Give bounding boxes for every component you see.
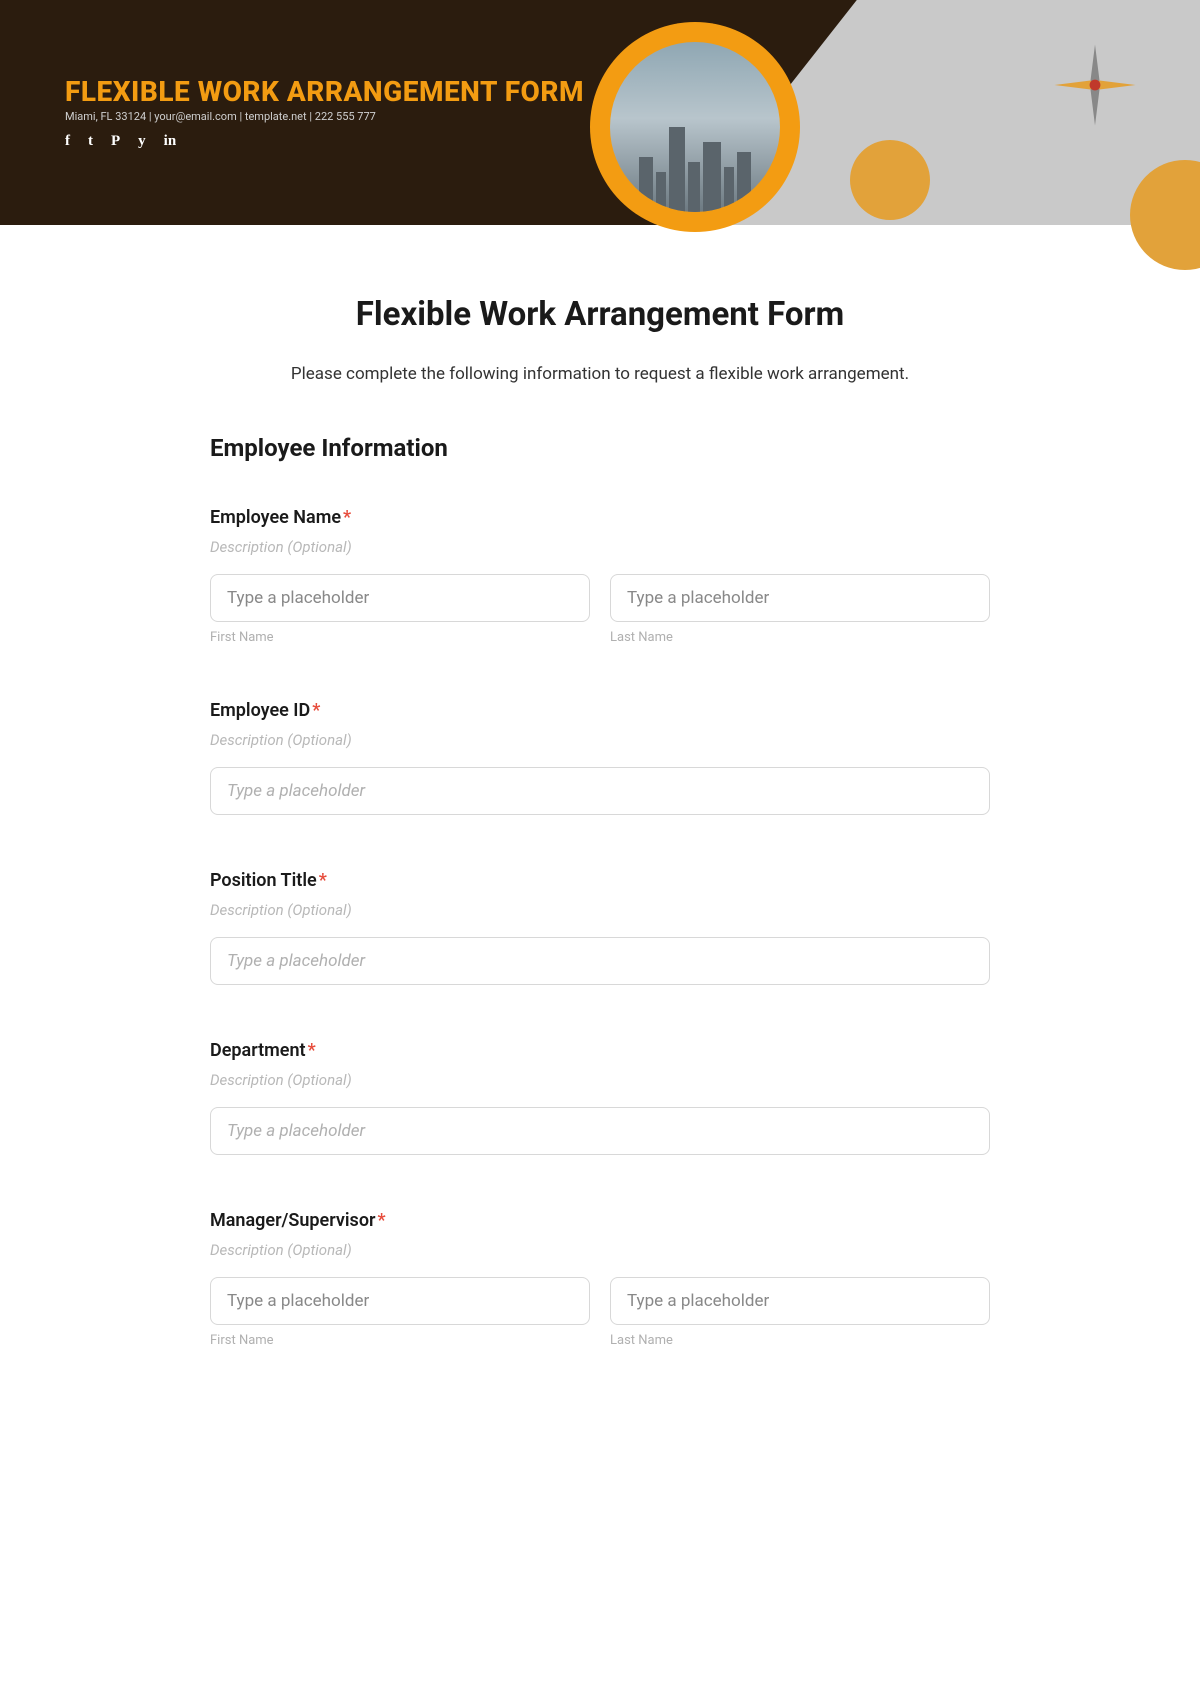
- field-label: Department*: [210, 1040, 990, 1061]
- field-department: Department* Description (Optional): [210, 1040, 990, 1155]
- banner-title-block: FLEXIBLE WORK ARRANGEMENT FORM Miami, FL…: [65, 75, 584, 150]
- label-text: Manager/Supervisor: [210, 1210, 375, 1231]
- twitter-icon[interactable]: y: [138, 133, 146, 150]
- required-marker: *: [312, 700, 320, 721]
- sub-label-first-name: First Name: [210, 630, 590, 645]
- field-description: Description (Optional): [210, 1071, 990, 1089]
- employee-id-input[interactable]: [210, 767, 990, 815]
- decor-circle: [850, 140, 930, 220]
- field-position-title: Position Title* Description (Optional): [210, 870, 990, 985]
- label-text: Employee Name: [210, 507, 341, 528]
- field-manager: Manager/Supervisor* Description (Optiona…: [210, 1210, 990, 1348]
- page-title: Flexible Work Arrangement Form: [210, 295, 990, 334]
- form-content: Flexible Work Arrangement Form Please co…: [190, 295, 1010, 1463]
- field-description: Description (Optional): [210, 731, 990, 749]
- position-title-input[interactable]: [210, 937, 990, 985]
- required-marker: *: [308, 1040, 316, 1061]
- field-label: Manager/Supervisor*: [210, 1210, 990, 1231]
- required-marker: *: [319, 870, 327, 891]
- banner-header: FLEXIBLE WORK ARRANGEMENT FORM Miami, FL…: [0, 0, 1200, 225]
- banner-title: FLEXIBLE WORK ARRANGEMENT FORM: [65, 75, 584, 108]
- employee-last-name-input[interactable]: [610, 574, 990, 622]
- banner-subtitle: Miami, FL 33124 | your@email.com | templ…: [65, 110, 584, 123]
- department-input[interactable]: [210, 1107, 990, 1155]
- manager-first-name-input[interactable]: [210, 1277, 590, 1325]
- field-label: Employee ID*: [210, 700, 990, 721]
- required-marker: *: [377, 1210, 385, 1231]
- label-text: Employee ID: [210, 700, 310, 721]
- field-description: Description (Optional): [210, 901, 990, 919]
- field-employee-id: Employee ID* Description (Optional): [210, 700, 990, 815]
- field-label: Employee Name*: [210, 507, 990, 528]
- sub-label-first-name: First Name: [210, 1333, 590, 1348]
- hero-city-image: [610, 42, 780, 212]
- pinterest-icon[interactable]: P: [111, 133, 120, 150]
- field-employee-name: Employee Name* Description (Optional) Fi…: [210, 507, 990, 645]
- sub-label-last-name: Last Name: [610, 630, 990, 645]
- field-label: Position Title*: [210, 870, 990, 891]
- page-intro: Please complete the following informatio…: [210, 364, 990, 384]
- manager-last-name-input[interactable]: [610, 1277, 990, 1325]
- employee-first-name-input[interactable]: [210, 574, 590, 622]
- field-description: Description (Optional): [210, 1241, 990, 1259]
- required-marker: *: [343, 507, 351, 528]
- social-icons-row: f t P y in: [65, 133, 584, 150]
- facebook-icon[interactable]: f: [65, 133, 70, 150]
- sub-label-last-name: Last Name: [610, 1333, 990, 1348]
- hero-image-ring: [590, 22, 800, 232]
- linkedin-icon[interactable]: in: [164, 133, 177, 150]
- section-title-employee-info: Employee Information: [210, 434, 990, 462]
- compass-logo-icon: [1050, 40, 1140, 130]
- label-text: Position Title: [210, 870, 317, 891]
- tumblr-icon[interactable]: t: [88, 133, 93, 150]
- field-description: Description (Optional): [210, 538, 990, 556]
- label-text: Department: [210, 1040, 306, 1061]
